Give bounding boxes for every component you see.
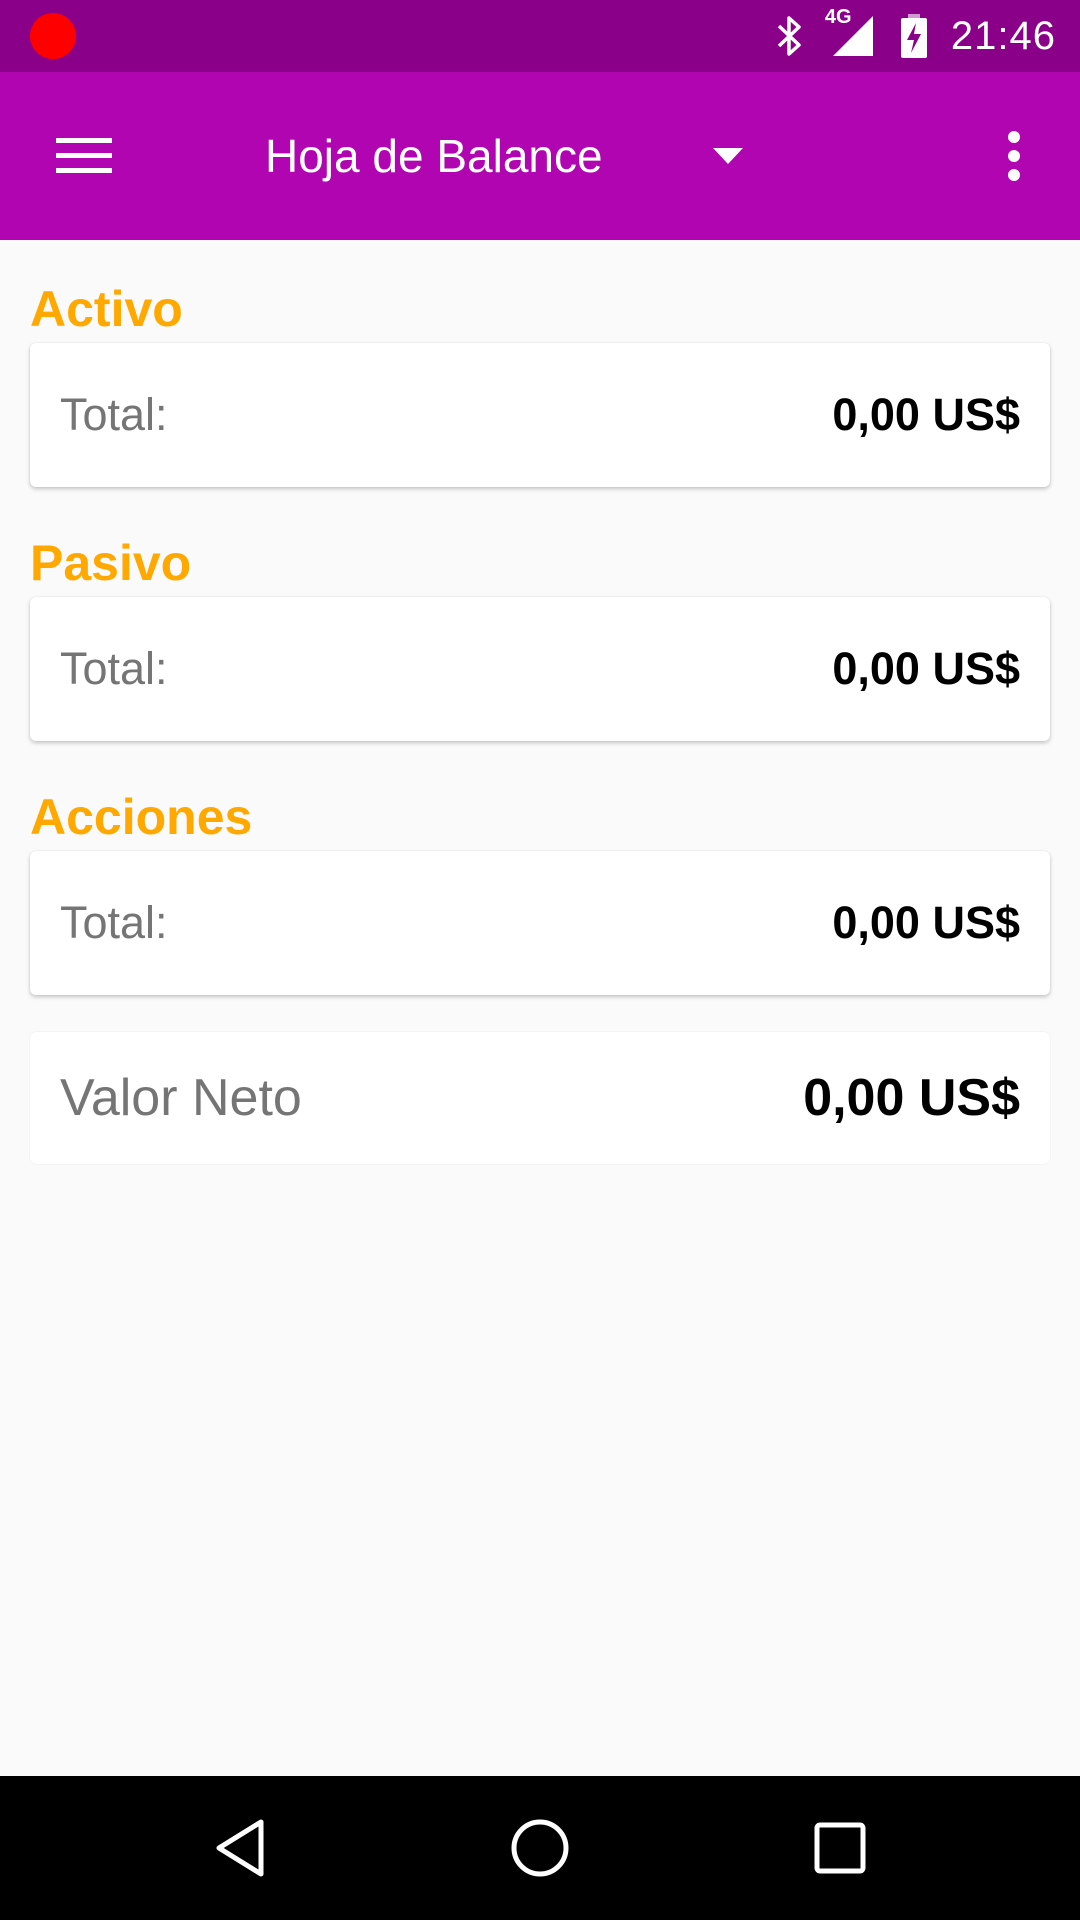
total-label: Total:: [60, 643, 168, 694]
cellular-signal-icon: 4G: [825, 6, 877, 58]
net-worth-label: Valor Neto: [60, 1069, 302, 1127]
overflow-menu-icon[interactable]: [990, 112, 1038, 200]
battery-charging-icon: [899, 13, 929, 59]
title-spinner[interactable]: Hoja de Balance: [265, 112, 603, 200]
status-icons: 4G 21:46: [775, 6, 1056, 59]
total-label: Total:: [60, 389, 168, 440]
network-type-label: 4G: [824, 6, 852, 28]
app-bar: Hoja de Balance: [0, 72, 1080, 240]
hamburger-menu-icon[interactable]: [40, 112, 128, 200]
dropdown-arrow-icon[interactable]: [700, 112, 756, 200]
system-nav-bar: [0, 1776, 1080, 1920]
total-label: Total:: [60, 897, 168, 948]
section-title-activo: Activo: [30, 281, 183, 337]
recording-dot-icon: [30, 13, 76, 59]
card-acciones[interactable]: Total: 0,00 US$: [30, 851, 1050, 995]
bluetooth-icon: [775, 14, 805, 58]
section-title-acciones: Acciones: [30, 789, 253, 845]
total-value: 0,00 US$: [832, 643, 1020, 694]
status-bar: 4G 21:46: [0, 0, 1080, 72]
card-activo[interactable]: Total: 0,00 US$: [30, 343, 1050, 487]
card-pasivo[interactable]: Total: 0,00 US$: [30, 597, 1050, 741]
clock: 21:46: [950, 13, 1056, 58]
net-worth-card: Valor Neto 0,00 US$: [30, 1032, 1050, 1164]
net-worth-value: 0,00 US$: [803, 1069, 1020, 1127]
recents-icon[interactable]: [792, 1800, 888, 1896]
app-title: Hoja de Balance: [265, 130, 603, 182]
total-value: 0,00 US$: [832, 897, 1020, 948]
back-icon[interactable]: [192, 1800, 288, 1896]
home-icon[interactable]: [492, 1800, 588, 1896]
total-value: 0,00 US$: [832, 389, 1020, 440]
section-title-pasivo: Pasivo: [30, 535, 192, 591]
